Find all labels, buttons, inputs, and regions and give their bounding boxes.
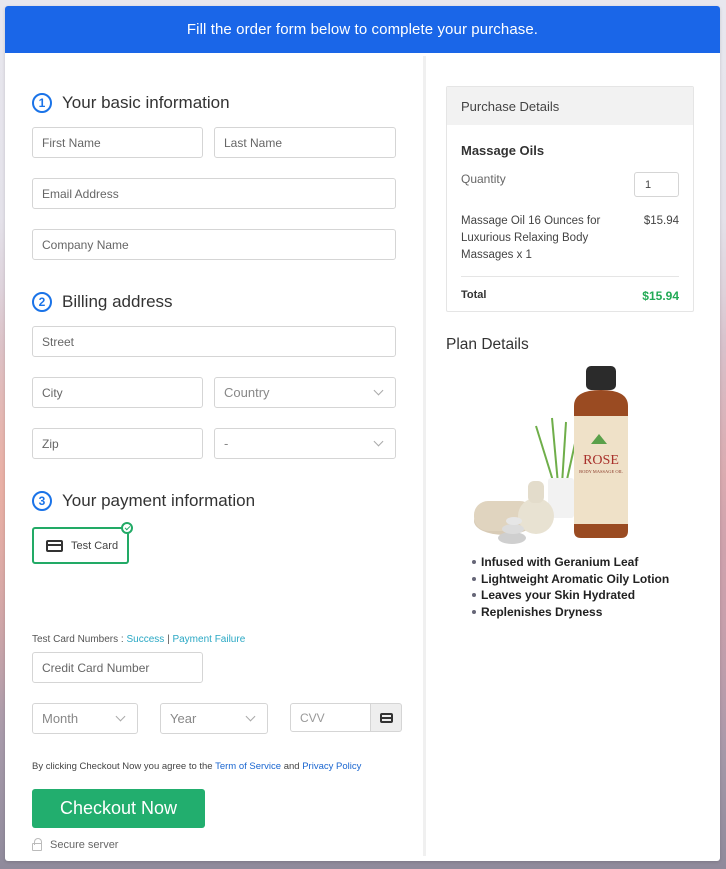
first-name-input[interactable]: First Name — [32, 127, 203, 158]
month-value: Month — [42, 711, 79, 726]
cvv-card-button[interactable] — [371, 703, 402, 732]
feature-item: Lightweight Aromatic Oily Lotion — [472, 571, 694, 588]
city-input[interactable]: City — [32, 377, 203, 408]
line-item-description: Massage Oil 16 Ounces for Luxurious Rela… — [461, 215, 601, 261]
privacy-link[interactable]: Privacy Policy — [302, 761, 361, 772]
test-card-numbers: Test Card Numbers : Success | Payment Fa… — [32, 634, 245, 645]
top-banner: Fill the order form below to complete yo… — [5, 6, 720, 53]
bullet-icon — [472, 593, 476, 598]
country-value: Country — [224, 385, 270, 400]
bullet-icon — [472, 576, 476, 581]
step-number-3: 3 — [32, 491, 52, 511]
country-select[interactable]: Country — [214, 377, 396, 408]
chevron-down-icon — [373, 385, 384, 396]
check-circle-icon — [121, 522, 133, 534]
agreement-text: By clicking Checkout Now you agree to th… — [32, 761, 361, 772]
payment-failure-link[interactable]: Payment Failure — [172, 634, 245, 645]
section-title: Your basic information — [62, 93, 230, 112]
feature-item: Leaves your Skin Hydrated — [472, 587, 694, 604]
lock-icon — [32, 838, 42, 851]
credit-card-icon — [379, 712, 393, 723]
zip-input[interactable]: Zip — [32, 428, 203, 459]
cvv-input[interactable]: CVV — [290, 703, 371, 732]
purchase-heading: Purchase Details — [447, 87, 693, 125]
agreement-and: and — [283, 761, 300, 772]
chevron-down-icon — [373, 436, 384, 447]
checkout-card: Fill the order form below to complete yo… — [5, 6, 720, 861]
section-title: Your payment information — [62, 491, 256, 510]
plan-heading: Plan Details — [446, 336, 529, 353]
bullet-icon — [472, 560, 476, 565]
line-item: Massage Oil 16 Ounces for Luxurious Rela… — [461, 213, 679, 264]
payment-method-test-card[interactable]: Test Card — [32, 522, 133, 564]
feature-item: Replenishes Dryness — [472, 604, 694, 621]
terms-link[interactable]: Term of Service — [215, 761, 281, 772]
street-input[interactable]: Street — [32, 326, 396, 357]
state-value: - — [224, 436, 229, 451]
total-label: Total — [461, 289, 487, 301]
year-value: Year — [170, 711, 197, 726]
bullet-icon — [472, 609, 476, 614]
year-select[interactable]: Year — [160, 703, 268, 734]
feature-text: Replenishes Dryness — [481, 604, 603, 619]
secure-label: Secure server — [50, 839, 119, 851]
chevron-down-icon — [115, 711, 126, 722]
checkout-now-button[interactable]: Checkout Now — [32, 789, 205, 828]
quantity-row: Quantity 1 — [461, 172, 679, 197]
line-item-price: $15.94 — [643, 215, 679, 227]
quantity-label: Quantity — [461, 172, 506, 186]
email-input[interactable]: Email Address — [32, 178, 396, 209]
state-select[interactable]: - — [214, 428, 396, 459]
total-value: $15.94 — [642, 289, 679, 303]
total-row: Total $15.94 — [461, 276, 679, 303]
feature-text: Leaves your Skin Hydrated — [481, 588, 636, 602]
section-billing: 2 Billing address — [32, 292, 173, 312]
product-image: ROSE BODY MASSAGE OIL — [466, 366, 656, 546]
credit-card-icon — [46, 539, 63, 552]
secure-server: Secure server — [32, 838, 119, 851]
summary-panel: Purchase Details Massage Oils Quantity 1… — [426, 53, 720, 861]
section-basic-info: 1 Your basic information — [32, 93, 230, 113]
payment-method-label: Test Card — [71, 539, 119, 552]
separator: | — [167, 634, 170, 645]
quantity-input[interactable]: 1 — [634, 172, 679, 197]
step-number-1: 1 — [32, 93, 52, 113]
last-name-input[interactable]: Last Name — [214, 127, 396, 158]
section-title: Billing address — [62, 292, 173, 311]
month-select[interactable]: Month — [32, 703, 138, 734]
order-form: 1 Your basic information First Name Last… — [5, 53, 423, 861]
feature-text: Lightweight Aromatic Oily Lotion — [481, 571, 670, 586]
banner-text: Fill the order form below to complete yo… — [186, 21, 539, 38]
company-input[interactable]: Company Name — [32, 229, 396, 260]
card-number-input[interactable]: Credit Card Number — [32, 652, 203, 683]
success-link[interactable]: Success — [126, 634, 164, 645]
feature-list: Infused with Geranium Leaf Lightweight A… — [472, 554, 694, 620]
chevron-down-icon — [245, 711, 256, 722]
feature-text: Infused with Geranium Leaf — [481, 555, 639, 569]
purchase-details: Purchase Details Massage Oils Quantity 1… — [446, 86, 694, 312]
section-payment: 3 Your payment information — [32, 491, 255, 511]
step-number-2: 2 — [32, 292, 52, 312]
agreement-prefix: By clicking Checkout Now you agree to th… — [32, 761, 213, 772]
bottle-brand: ROSE — [583, 453, 619, 468]
feature-item: Infused with Geranium Leaf — [472, 554, 694, 571]
test-numbers-label: Test Card Numbers : — [32, 634, 124, 645]
bottle-subtitle: BODY MASSAGE OIL — [579, 469, 623, 474]
product-name: Massage Oils — [461, 143, 545, 158]
